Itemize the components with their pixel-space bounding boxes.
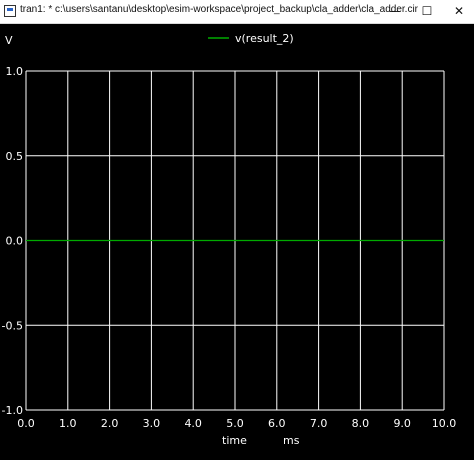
plot-area[interactable]: 0.0 1.0 2.0 3.0 4.0 5.0 6.0 7.0 8.0 9.0 10.0 1.00.… <box>0 24 474 460</box>
maximize-icon[interactable]: ☐ <box>412 0 442 23</box>
x-tick-labels: 0.0 1.0 2.0 3.0 4.0 5.0 6.0 7.0 8.0 9.0 10.0 <box>17 417 456 430</box>
legend: v(result_2) <box>208 32 294 45</box>
x-axis-label: time <box>222 434 247 447</box>
title-bar[interactable]: tran1: * c:\users\santanu\desktop\esim-w… <box>0 0 474 24</box>
y-tick-label: -0.5 <box>2 319 23 332</box>
y-tick-label: 0.0 <box>6 235 24 248</box>
x-unit-label: ms <box>283 434 300 447</box>
x-tick-label: 8.0 <box>352 417 370 430</box>
plot-window: tran1: * c:\users\santanu\desktop\esim-w… <box>0 0 474 460</box>
y-tick-label: 0.5 <box>6 150 24 163</box>
app-window-icon <box>4 5 16 17</box>
minimize-icon[interactable]: — <box>380 0 410 23</box>
x-tick-label: 10.0 <box>432 417 457 430</box>
legend-label: v(result_2) <box>235 32 294 45</box>
x-tick-label: 0.0 <box>17 417 35 430</box>
y-tick-label: 1.0 <box>6 65 24 78</box>
x-tick-label: 4.0 <box>184 417 202 430</box>
close-icon[interactable]: ✕ <box>444 0 474 23</box>
x-tick-label: 2.0 <box>101 417 119 430</box>
y-unit-label: V <box>5 34 13 47</box>
x-tick-label: 7.0 <box>310 417 328 430</box>
x-tick-label: 9.0 <box>393 417 411 430</box>
y-tick-label: -1.0 <box>2 404 23 417</box>
y-tick-labels: 1.0 0.5 0.0 -0.5 -1.0 <box>2 65 23 417</box>
x-tick-label: 5.0 <box>226 417 244 430</box>
x-tick-label: 6.0 <box>268 417 286 430</box>
x-tick-label: 3.0 <box>143 417 161 430</box>
window-title: tran1: * c:\users\santanu\desktop\esim-w… <box>20 4 418 15</box>
x-tick-label: 1.0 <box>59 417 77 430</box>
